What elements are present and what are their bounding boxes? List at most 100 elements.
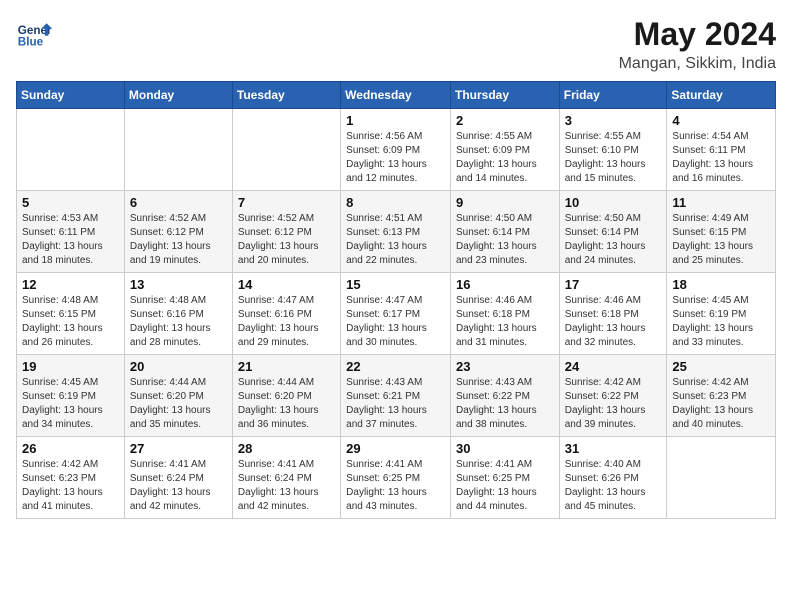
- header-friday: Friday: [559, 82, 667, 109]
- day-number: 17: [565, 277, 662, 292]
- calendar-cell: 15 Sunrise: 4:47 AM Sunset: 6:17 PM Dayli…: [341, 273, 451, 355]
- logo-icon: General Blue: [16, 16, 52, 52]
- cell-info: Sunrise: 4:47 AM Sunset: 6:17 PM Dayligh…: [346, 294, 445, 350]
- calendar-week-3: 12Sunrise: 4:48 AM Sunset: 6:15 PM Dayli…: [17, 273, 776, 355]
- cell-info: Sunrise: 4:43 AM Sunset: 6:21 PM Dayligh…: [346, 376, 445, 432]
- cell-info: Sunrise: 4:40 AM Sunset: 6:26 PM Dayligh…: [565, 458, 662, 514]
- day-number: 8: [346, 195, 445, 210]
- cell-info: Sunrise: 4:54 AM Sunset: 6:11 PM Dayligh…: [672, 130, 770, 186]
- calendar-header-row: SundayMondayTuesdayWednesdayThursdayFrid…: [17, 82, 776, 109]
- calendar-week-2: 5Sunrise: 4:53 AM Sunset: 6:11 PM Daylig…: [17, 191, 776, 273]
- calendar-cell: 16Sunrise: 4:46 AM Sunset: 6:18 PM Dayli…: [450, 273, 559, 355]
- day-number: 31: [565, 441, 662, 456]
- day-number: 11: [672, 195, 770, 210]
- day-number: 23: [456, 359, 554, 374]
- header-saturday: Saturday: [667, 82, 776, 109]
- header-monday: Monday: [124, 82, 232, 109]
- day-number: 14: [238, 277, 335, 292]
- cell-info: Sunrise: 4:44 AM Sunset: 6:20 PM Dayligh…: [130, 376, 227, 432]
- cell-info: Sunrise: 4:41 AM Sunset: 6:25 PM Dayligh…: [346, 458, 445, 514]
- calendar-cell: 10 Sunrise: 4:50 AM Sunset: 6:14 PM Dayli…: [559, 191, 667, 273]
- calendar-cell: [667, 437, 776, 519]
- calendar-cell: 22 Sunrise: 4:43 AM Sunset: 6:21 PM Dayli…: [341, 355, 451, 437]
- calendar-cell: [17, 109, 125, 191]
- calendar-cell: 23 Sunrise: 4:43 AM Sunset: 6:22 PM Dayli…: [450, 355, 559, 437]
- title-block: May 2024 Mangan, Sikkim, India: [619, 16, 776, 73]
- day-number: 22: [346, 359, 445, 374]
- day-number: 15: [346, 277, 445, 292]
- calendar-cell: 25Sunrise: 4:42 AM Sunset: 6:23 PM Dayli…: [667, 355, 776, 437]
- calendar-cell: 28Sunrise: 4:41 AM Sunset: 6:24 PM Dayli…: [232, 437, 340, 519]
- header-sunday: Sunday: [17, 82, 125, 109]
- header-wednesday: Wednesday: [341, 82, 451, 109]
- calendar-week-1: 1Sunrise: 4:56 AM Sunset: 6:09 PM Daylig…: [17, 109, 776, 191]
- day-number: 13: [130, 277, 227, 292]
- cell-info: Sunrise: 4:44 AM Sunset: 6:20 PM Dayligh…: [238, 376, 335, 432]
- day-number: 21: [238, 359, 335, 374]
- cell-info: Sunrise: 4:49 AM Sunset: 6:15 PM Dayligh…: [672, 212, 770, 268]
- calendar-week-4: 19Sunrise: 4:45 AM Sunset: 6:19 PM Dayli…: [17, 355, 776, 437]
- calendar-cell: 8 Sunrise: 4:51 AM Sunset: 6:13 PM Daylig…: [341, 191, 451, 273]
- cell-info: Sunrise: 4:55 AM Sunset: 6:10 PM Dayligh…: [565, 130, 662, 186]
- calendar-cell: 5Sunrise: 4:53 AM Sunset: 6:11 PM Daylig…: [17, 191, 125, 273]
- day-number: 25: [672, 359, 770, 374]
- cell-info: Sunrise: 4:41 AM Sunset: 6:24 PM Dayligh…: [238, 458, 335, 514]
- header-tuesday: Tuesday: [232, 82, 340, 109]
- cell-info: Sunrise: 4:42 AM Sunset: 6:23 PM Dayligh…: [22, 458, 119, 514]
- month-title: May 2024: [619, 16, 776, 53]
- day-number: 20: [130, 359, 227, 374]
- calendar-cell: 24 Sunrise: 4:42 AM Sunset: 6:22 PM Dayli…: [559, 355, 667, 437]
- calendar-cell: 18 Sunrise: 4:45 AM Sunset: 6:19 PM Dayli…: [667, 273, 776, 355]
- cell-info: Sunrise: 4:50 AM Sunset: 6:14 PM Dayligh…: [456, 212, 554, 268]
- cell-info: Sunrise: 4:46 AM Sunset: 6:18 PM Dayligh…: [456, 294, 554, 350]
- day-number: 7: [238, 195, 335, 210]
- calendar-cell: 21 Sunrise: 4:44 AM Sunset: 6:20 PM Dayli…: [232, 355, 340, 437]
- cell-info: Sunrise: 4:48 AM Sunset: 6:16 PM Dayligh…: [130, 294, 227, 350]
- day-number: 26: [22, 441, 119, 456]
- day-number: 27: [130, 441, 227, 456]
- day-number: 18: [672, 277, 770, 292]
- day-number: 12: [22, 277, 119, 292]
- day-number: 10: [565, 195, 662, 210]
- day-number: 4: [672, 113, 770, 128]
- day-number: 9: [456, 195, 554, 210]
- cell-info: Sunrise: 4:51 AM Sunset: 6:13 PM Dayligh…: [346, 212, 445, 268]
- calendar-cell: 1Sunrise: 4:56 AM Sunset: 6:09 PM Daylig…: [341, 109, 451, 191]
- calendar-cell: 29 Sunrise: 4:41 AM Sunset: 6:25 PM Dayli…: [341, 437, 451, 519]
- cell-info: Sunrise: 4:45 AM Sunset: 6:19 PM Dayligh…: [672, 294, 770, 350]
- cell-info: Sunrise: 4:41 AM Sunset: 6:25 PM Dayligh…: [456, 458, 554, 514]
- calendar-cell: 2 Sunrise: 4:55 AM Sunset: 6:09 PM Daylig…: [450, 109, 559, 191]
- cell-info: Sunrise: 4:56 AM Sunset: 6:09 PM Dayligh…: [346, 130, 445, 186]
- day-number: 6: [130, 195, 227, 210]
- cell-info: Sunrise: 4:42 AM Sunset: 6:22 PM Dayligh…: [565, 376, 662, 432]
- cell-info: Sunrise: 4:45 AM Sunset: 6:19 PM Dayligh…: [22, 376, 119, 432]
- calendar-cell: 13 Sunrise: 4:48 AM Sunset: 6:16 PM Dayli…: [124, 273, 232, 355]
- cell-info: Sunrise: 4:50 AM Sunset: 6:14 PM Dayligh…: [565, 212, 662, 268]
- day-number: 29: [346, 441, 445, 456]
- calendar-cell: 7 Sunrise: 4:52 AM Sunset: 6:12 PM Daylig…: [232, 191, 340, 273]
- cell-info: Sunrise: 4:52 AM Sunset: 6:12 PM Dayligh…: [130, 212, 227, 268]
- logo: General Blue: [16, 16, 52, 52]
- calendar-cell: 9 Sunrise: 4:50 AM Sunset: 6:14 PM Daylig…: [450, 191, 559, 273]
- page-header: General Blue May 2024 Mangan, Sikkim, In…: [16, 16, 776, 73]
- calendar-week-5: 26 Sunrise: 4:42 AM Sunset: 6:23 PM Dayli…: [17, 437, 776, 519]
- cell-info: Sunrise: 4:41 AM Sunset: 6:24 PM Dayligh…: [130, 458, 227, 514]
- day-number: 24: [565, 359, 662, 374]
- calendar-cell: [124, 109, 232, 191]
- cell-info: Sunrise: 4:52 AM Sunset: 6:12 PM Dayligh…: [238, 212, 335, 268]
- cell-info: Sunrise: 4:55 AM Sunset: 6:09 PM Dayligh…: [456, 130, 554, 186]
- calendar-cell: 20 Sunrise: 4:44 AM Sunset: 6:20 PM Dayli…: [124, 355, 232, 437]
- calendar-cell: 30Sunrise: 4:41 AM Sunset: 6:25 PM Dayli…: [450, 437, 559, 519]
- day-number: 2: [456, 113, 554, 128]
- calendar-table: SundayMondayTuesdayWednesdayThursdayFrid…: [16, 81, 776, 519]
- cell-info: Sunrise: 4:47 AM Sunset: 6:16 PM Dayligh…: [238, 294, 335, 350]
- calendar-cell: 17Sunrise: 4:46 AM Sunset: 6:18 PM Dayli…: [559, 273, 667, 355]
- calendar-cell: 6 Sunrise: 4:52 AM Sunset: 6:12 PM Daylig…: [124, 191, 232, 273]
- svg-text:Blue: Blue: [18, 36, 44, 49]
- location-title: Mangan, Sikkim, India: [619, 55, 776, 73]
- calendar-cell: 4 Sunrise: 4:54 AM Sunset: 6:11 PM Daylig…: [667, 109, 776, 191]
- cell-info: Sunrise: 4:43 AM Sunset: 6:22 PM Dayligh…: [456, 376, 554, 432]
- calendar-cell: 3 Sunrise: 4:55 AM Sunset: 6:10 PM Daylig…: [559, 109, 667, 191]
- day-number: 3: [565, 113, 662, 128]
- calendar-cell: 26 Sunrise: 4:42 AM Sunset: 6:23 PM Dayli…: [17, 437, 125, 519]
